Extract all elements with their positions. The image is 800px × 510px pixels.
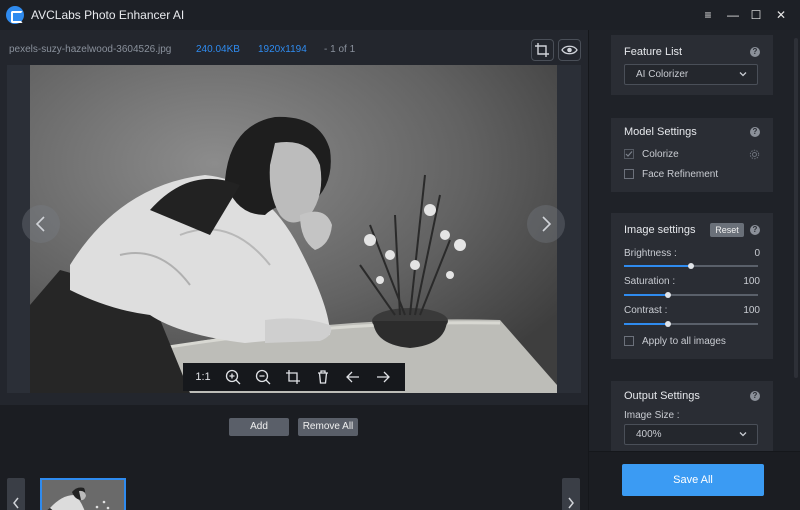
chevron-left-icon (13, 497, 19, 509)
app-title: AVCLabs Photo Enhancer AI (31, 8, 185, 22)
brightness-label: Brightness : (624, 248, 677, 259)
minimize-button[interactable]: — (725, 7, 741, 23)
checkmark-icon (625, 151, 633, 157)
chevron-down-icon (739, 72, 747, 77)
brightness-value: 0 (754, 248, 760, 259)
file-info-bar: pexels-suzy-hazelwood-3604526.jpg 240.04… (0, 30, 588, 66)
undo-button[interactable] (343, 367, 363, 387)
brightness-fill (624, 265, 691, 267)
model-settings-card: Model Settings ? Colorize Face Refinemen… (611, 118, 773, 192)
crop-view-button[interactable] (531, 39, 554, 61)
help-icon[interactable]: ? (750, 391, 760, 401)
image-size-value: 400% (636, 429, 662, 440)
contrast-label: Contrast : (624, 305, 668, 316)
face-refinement-label: Face Refinement (642, 169, 719, 180)
close-button[interactable]: ✕ (773, 7, 789, 23)
delete-icon (318, 370, 328, 384)
chevron-down-icon (739, 432, 747, 437)
delete-button[interactable] (313, 367, 333, 387)
preview-area: pexels-suzy-hazelwood-3604526.jpg 240.04… (0, 30, 588, 510)
crop-icon (535, 43, 549, 57)
saturation-label: Saturation : (624, 276, 676, 287)
reset-button[interactable]: Reset (710, 223, 744, 237)
app-logo-icon (6, 6, 24, 24)
maximize-button[interactable]: ☐ (748, 7, 764, 23)
thumbnail-image[interactable] (40, 478, 126, 510)
feature-list-card: Feature List ? AI Colorizer (611, 35, 773, 95)
thumbnails-prev-button[interactable] (7, 478, 25, 510)
feature-select[interactable]: AI Colorizer (624, 64, 758, 85)
file-count: - 1 of 1 (324, 44, 356, 55)
preview-image (30, 65, 557, 393)
eye-icon (561, 45, 578, 55)
thumbnail-illustration (42, 480, 124, 510)
gear-icon[interactable] (749, 149, 760, 160)
image-settings-card: Image settings Reset ? Brightness : 0 Sa… (611, 213, 773, 359)
brightness-knob[interactable] (688, 263, 694, 269)
image-size-label: Image Size : (624, 410, 680, 421)
help-icon[interactable]: ? (750, 225, 760, 235)
thumbnail-bar: Add Remove All (0, 405, 588, 510)
file-size: 240.04KB (196, 44, 240, 55)
save-all-button[interactable]: Save All (622, 464, 764, 496)
photo-illustration (30, 65, 557, 393)
colorize-checkbox[interactable] (624, 149, 634, 159)
zoom-out-button[interactable] (253, 367, 273, 387)
panel-footer: Save All (589, 451, 800, 510)
preview-toggle-button[interactable] (558, 39, 581, 61)
zoom-in-icon (225, 369, 241, 385)
menu-icon[interactable]: ≡ (700, 7, 716, 23)
contrast-value: 100 (743, 305, 760, 316)
next-image-button[interactable] (527, 205, 565, 243)
image-size-select[interactable]: 400% (624, 424, 758, 445)
chevron-right-icon (542, 216, 552, 232)
image-viewer (7, 65, 581, 393)
remove-all-button[interactable]: Remove All (298, 418, 358, 436)
file-name: pexels-suzy-hazelwood-3604526.jpg (9, 44, 172, 55)
saturation-fill (624, 294, 669, 296)
help-icon[interactable]: ? (750, 47, 760, 57)
contrast-fill (624, 323, 669, 325)
feature-list-title: Feature List (624, 46, 683, 58)
apply-all-checkbox[interactable] (624, 336, 634, 346)
apply-all-label: Apply to all images (642, 336, 726, 347)
image-toolbar: 1:1 (183, 363, 405, 391)
undo-icon (346, 371, 359, 383)
redo-button[interactable] (373, 367, 393, 387)
chevron-right-icon (568, 497, 574, 509)
zoom-in-button[interactable] (223, 367, 243, 387)
model-settings-title: Model Settings (624, 126, 697, 138)
colorize-label: Colorize (642, 149, 679, 160)
brightness-slider[interactable] (624, 263, 758, 269)
saturation-slider[interactable] (624, 292, 758, 298)
settings-panel: Feature List ? AI Colorizer Model Settin… (588, 30, 800, 510)
add-button[interactable]: Add (229, 418, 289, 436)
image-settings-title: Image settings (624, 224, 696, 236)
face-refinement-checkbox[interactable] (624, 169, 634, 179)
contrast-knob[interactable] (665, 321, 672, 327)
zoom-out-icon (255, 369, 271, 385)
saturation-value: 100 (743, 276, 760, 287)
redo-icon (377, 371, 390, 383)
output-settings-title: Output Settings (624, 390, 700, 402)
saturation-knob[interactable] (665, 292, 672, 298)
title-bar: AVCLabs Photo Enhancer AI ≡ — ☐ ✕ (0, 0, 800, 30)
output-settings-card: Output Settings ? Image Size : 400% (611, 381, 773, 451)
previous-image-button[interactable] (22, 205, 60, 243)
contrast-slider[interactable] (624, 321, 758, 327)
feature-select-value: AI Colorizer (636, 69, 689, 80)
help-icon[interactable]: ? (750, 127, 760, 137)
file-resolution: 1920x1194 (258, 44, 307, 55)
chevron-left-icon (35, 216, 45, 232)
crop-button[interactable] (283, 367, 303, 387)
crop-icon (286, 370, 300, 384)
settings-scrollbar[interactable] (794, 38, 798, 378)
actual-size-button[interactable]: 1:1 (193, 367, 213, 387)
thumbnails-next-button[interactable] (562, 478, 580, 510)
